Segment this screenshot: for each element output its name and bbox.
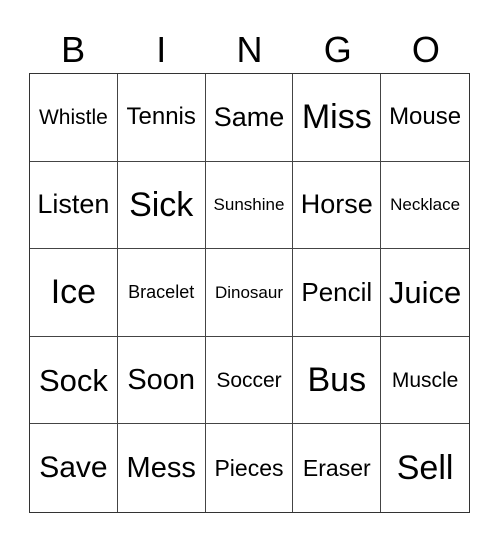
header-letter-i: I — [156, 29, 167, 70]
bingo-cell[interactable]: Sunshine — [205, 161, 294, 250]
bingo-cell[interactable]: Ice — [30, 249, 118, 337]
bingo-cell[interactable]: Same — [205, 74, 294, 162]
header-letter-n: N — [236, 29, 263, 70]
bingo-cell[interactable]: Eraser — [293, 424, 382, 512]
bingo-cell[interactable]: Mess — [118, 424, 206, 512]
bingo-cell[interactable]: Miss — [293, 74, 382, 162]
bingo-cell[interactable]: Pieces — [206, 424, 294, 512]
bingo-cell[interactable]: Sick — [117, 161, 206, 250]
bingo-cell[interactable]: Save — [30, 424, 118, 512]
bingo-cell[interactable]: Soccer — [205, 336, 294, 425]
bingo-cell[interactable]: Pencil — [293, 249, 382, 337]
header-letter-b: B — [61, 29, 86, 70]
bingo-cell[interactable]: Bus — [293, 336, 382, 425]
bingo-cell[interactable]: Mouse — [381, 74, 469, 162]
header-letter-o: O — [411, 29, 440, 70]
bingo-cell[interactable]: Tennis — [117, 74, 206, 162]
bingo-grid: Whistle Tennis Same Miss Mouse Listen Si… — [29, 73, 470, 513]
bingo-cell[interactable]: Dinosaur — [205, 249, 294, 337]
bingo-cell[interactable]: Whistle — [30, 74, 118, 162]
bingo-cell[interactable]: Horse — [293, 161, 382, 250]
bingo-cell[interactable]: Juice — [381, 249, 469, 337]
bingo-cell[interactable]: Sock — [30, 336, 118, 425]
bingo-cell[interactable]: Soon — [117, 336, 206, 425]
bingo-cell[interactable]: Listen — [30, 161, 118, 250]
bingo-header: B I N G O — [29, 28, 470, 72]
bingo-cell[interactable]: Bracelet — [117, 249, 206, 337]
bingo-cell[interactable]: Sell — [381, 424, 469, 512]
bingo-cell[interactable]: Necklace — [381, 162, 469, 250]
bingo-cell[interactable]: Muscle — [381, 337, 469, 425]
header-letter-g: G — [323, 29, 352, 70]
